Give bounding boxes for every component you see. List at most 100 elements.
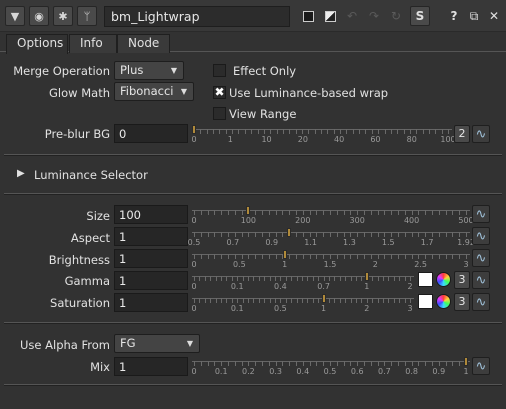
saturation-curve-icon[interactable]: ∿ xyxy=(472,293,490,311)
slider-handle[interactable] xyxy=(282,250,287,259)
slider-handle[interactable] xyxy=(364,272,369,281)
merge-operation-dropdown[interactable]: Plus ▼ xyxy=(114,61,184,80)
size-curve-icon[interactable]: ∿ xyxy=(472,205,490,223)
slider-tick xyxy=(307,298,309,303)
slider-tick xyxy=(323,361,325,366)
input-bug-icon[interactable]: ✱ xyxy=(53,6,73,26)
gamma-input[interactable]: 1 xyxy=(114,271,188,290)
view-range-checkbox[interactable] xyxy=(213,107,226,120)
slider-tick xyxy=(409,129,411,134)
slider-tick xyxy=(268,232,270,237)
mix-curve-icon[interactable]: ∿ xyxy=(472,357,490,375)
slider-handle[interactable] xyxy=(246,206,251,215)
saturation-channels-button[interactable]: 3 xyxy=(454,293,470,311)
slider-tick xyxy=(199,276,201,281)
slider-tick xyxy=(327,129,329,134)
brightness-curve-icon[interactable]: ∿ xyxy=(472,249,490,267)
mix-slider[interactable]: 0 0.1 0.2 0.3 0.4 0.5 0.6 0.7 0.8 0.9 1 xyxy=(191,357,470,378)
slider-tick xyxy=(200,232,202,237)
slider-tick xyxy=(350,232,352,237)
script-s-icon[interactable]: S xyxy=(410,6,430,26)
preblur-input[interactable]: 0 xyxy=(114,124,188,143)
gamma-channels-button[interactable]: 3 xyxy=(454,271,470,289)
gamma-slider[interactable]: 0 0.1 0.4 0.7 1 2 xyxy=(191,272,414,293)
aspect-input[interactable]: 1 xyxy=(114,227,188,246)
slider-tick xyxy=(231,298,233,303)
size-slider[interactable]: 0 100 200 300 400 500 xyxy=(191,206,474,227)
slider-tick-label: 0.3 xyxy=(269,367,282,376)
close-icon[interactable]: ✕ xyxy=(484,6,504,26)
brightness-input[interactable]: 1 xyxy=(114,249,188,268)
slider-tick xyxy=(262,210,263,215)
use-luminance-checkbox[interactable]: ✖ xyxy=(213,86,226,99)
slider-tick xyxy=(285,276,287,281)
slider-handle[interactable] xyxy=(192,125,196,134)
slider-tick xyxy=(241,361,243,366)
aspect-slider[interactable]: 0.5 0.7 0.9 1.1 1.3 1.5 1.7 1.92 xyxy=(188,228,475,249)
slider-handle[interactable] xyxy=(287,228,292,237)
slider-tick xyxy=(309,254,311,259)
preblur-split-button[interactable]: 2 xyxy=(454,125,470,143)
merge-operation-value: Plus xyxy=(120,63,144,77)
tab-info[interactable]: Info xyxy=(69,34,117,53)
effect-only-checkbox[interactable] xyxy=(213,64,226,77)
tab-node[interactable]: Node xyxy=(117,34,170,53)
glow-math-dropdown[interactable]: Fibonacci ▼ xyxy=(114,82,194,101)
slider-tick-label: 2.5 xyxy=(414,260,428,269)
expand-arrow-icon[interactable]: ▶ xyxy=(17,168,25,179)
slider-tick-label: 0.2 xyxy=(242,367,255,376)
saturation-color-swatch[interactable] xyxy=(418,294,433,309)
slider-handle[interactable] xyxy=(321,294,326,303)
slider-tick xyxy=(323,276,325,281)
saturation-slider[interactable]: 0 0.1 0.5 1 2 3 xyxy=(191,294,414,315)
slider-tick xyxy=(316,254,318,259)
use-alpha-from-dropdown[interactable]: FG ▼ xyxy=(114,334,200,353)
slider-tick xyxy=(199,298,201,303)
help-icon[interactable]: ? xyxy=(444,6,464,26)
slider-tick xyxy=(333,129,335,134)
slider-tick xyxy=(323,232,325,237)
aspect-curve-icon[interactable]: ∿ xyxy=(472,227,490,245)
half-tone-icon[interactable] xyxy=(320,6,340,26)
slider-tick xyxy=(441,129,443,134)
slider-tick xyxy=(282,129,284,134)
preblur-curve-icon[interactable]: ∿ xyxy=(472,125,490,143)
slider-tick-label: 20 xyxy=(297,135,308,144)
slider-tick-label: 1 xyxy=(227,135,233,144)
node-center-icon[interactable]: ◉ xyxy=(29,6,49,26)
saturation-color-wheel-icon[interactable] xyxy=(436,294,451,309)
slider-tick-label: 1.1 xyxy=(304,238,317,247)
float-panel-icon[interactable]: ⧉ xyxy=(464,6,484,26)
slider-tick xyxy=(372,298,374,303)
node-name-field[interactable]: bm_Lightwrap xyxy=(104,6,290,27)
preblur-slider[interactable]: 0 1 10 20 40 60 80 100 xyxy=(191,125,456,146)
slider-tick xyxy=(248,232,250,237)
tab-options[interactable]: Options xyxy=(6,34,68,54)
mix-input[interactable]: 1 xyxy=(114,357,188,376)
gamma-curve-icon[interactable]: ∿ xyxy=(472,271,490,289)
slider-tick xyxy=(291,276,293,281)
slider-tick xyxy=(435,129,437,134)
slider-tick xyxy=(459,254,461,259)
brightness-slider[interactable]: 0 0.5 1 1.5 2 2.5 3 xyxy=(191,250,470,271)
color-chip-icon[interactable] xyxy=(298,6,318,26)
gamma-color-wheel-icon[interactable] xyxy=(436,272,451,287)
slider-tick xyxy=(343,254,345,259)
size-input[interactable]: 100 xyxy=(114,205,188,224)
slider-tick xyxy=(432,210,433,215)
slider-tick xyxy=(399,298,401,303)
slider-tick xyxy=(289,210,291,215)
slider-tick xyxy=(350,254,352,259)
revert-icon[interactable]: ↻ xyxy=(386,6,406,26)
slider-tick xyxy=(258,298,260,303)
slider-tick xyxy=(377,210,379,215)
gamma-color-swatch[interactable] xyxy=(418,272,433,287)
collapse-toggle-icon[interactable]: ▼ xyxy=(5,6,25,26)
slider-handle[interactable] xyxy=(464,357,468,366)
wrench-icon[interactable]: ᛘ xyxy=(77,6,97,26)
slider-tick-label: 0 xyxy=(191,216,197,225)
undo-icon[interactable]: ↶ xyxy=(342,6,362,26)
luminance-selector-label[interactable]: Luminance Selector xyxy=(34,168,148,182)
saturation-input[interactable]: 1 xyxy=(114,293,188,312)
redo-icon[interactable]: ↷ xyxy=(364,6,384,26)
